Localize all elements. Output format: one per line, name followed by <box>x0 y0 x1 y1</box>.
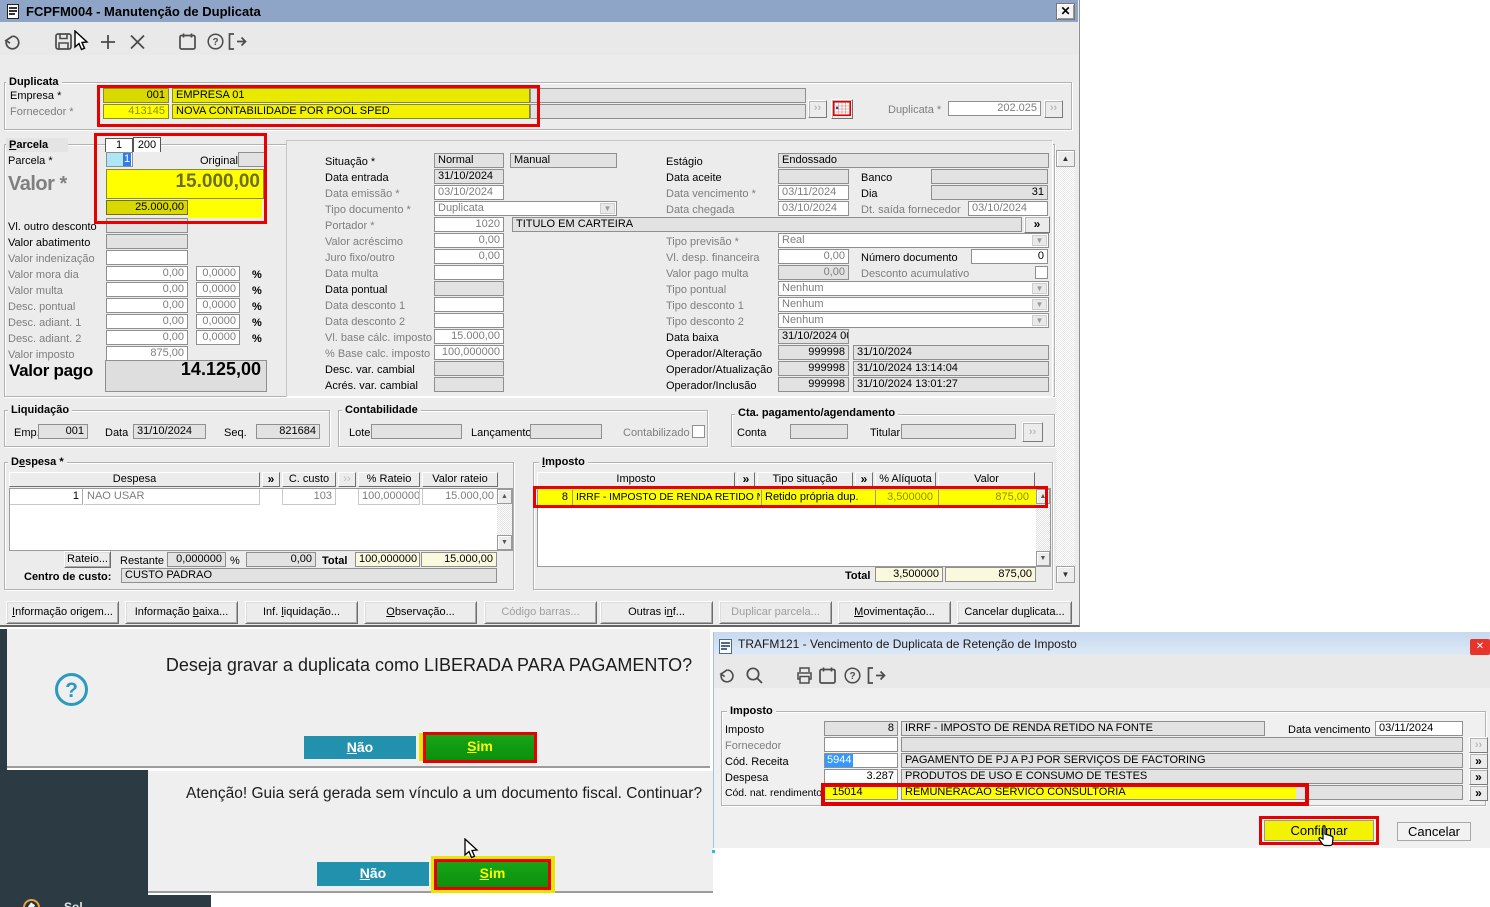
svg-text:?: ? <box>849 671 855 682</box>
svg-text:?: ? <box>212 37 218 48</box>
